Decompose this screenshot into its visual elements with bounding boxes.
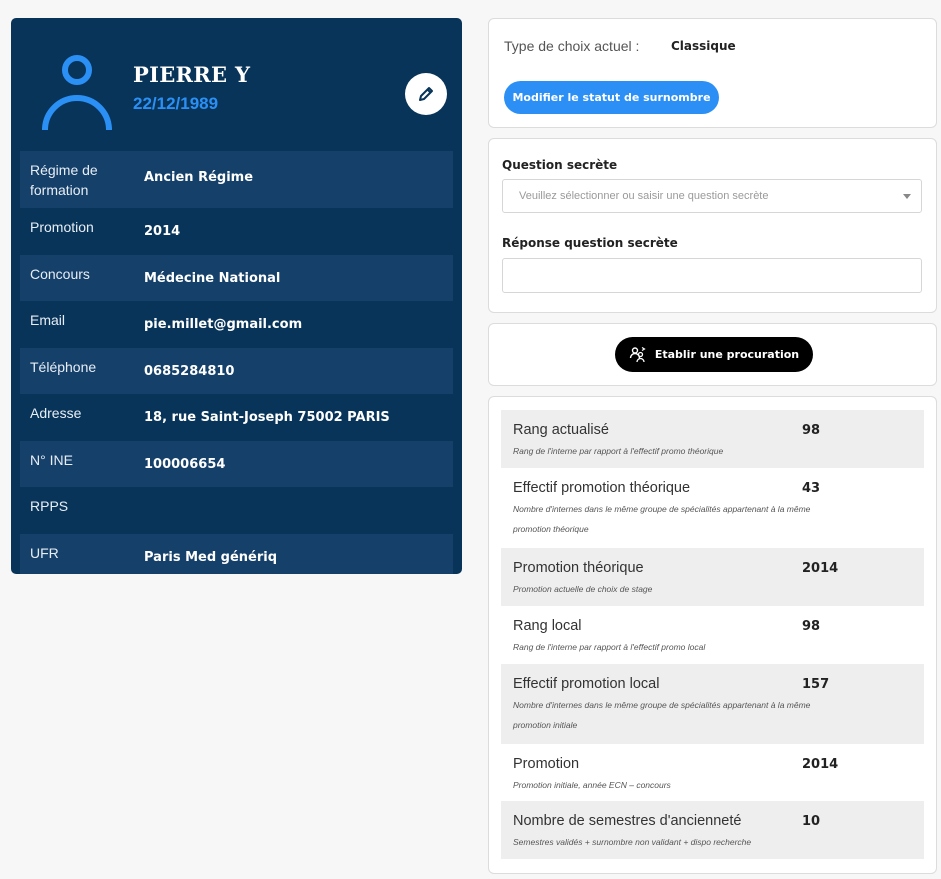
stat-title: Rang local	[513, 618, 582, 634]
stat-value: 157	[802, 677, 830, 692]
row-value: Médecine National	[144, 270, 281, 286]
stat-title: Effectif promotion théorique	[513, 480, 691, 496]
list-item: Promotion Promotion initiale, année ECN …	[501, 744, 924, 801]
stat-title: Promotion théorique	[513, 560, 644, 576]
choice-type-value: Classique	[671, 39, 736, 53]
stat-title: Effectif promotion local	[513, 676, 660, 692]
establish-proxy-button[interactable]: Etablir une procuration	[615, 337, 813, 372]
profile-row: Téléphone 0685284810	[20, 347, 453, 394]
row-value: Ancien Régime	[144, 170, 254, 185]
page: PIERRE Y 22/12/1989 Régime de formation …	[0, 0, 941, 879]
row-value: 100006654	[144, 456, 226, 472]
profile-dob: 22/12/1989	[133, 94, 219, 113]
proxy-button-label: Etablir une procuration	[654, 348, 800, 361]
choice-panel: Type de choix actuel : Classique Modifie…	[488, 18, 937, 128]
stat-title: Nombre de semestres d'ancienneté	[513, 813, 742, 829]
row-label: Promotion	[30, 219, 94, 235]
profile-row: Régime de formation Ancien Régime	[20, 151, 453, 208]
row-label: UFR	[30, 544, 59, 561]
row-label: RPPS	[30, 498, 69, 514]
choice-type-label: Type de choix actuel :	[504, 38, 640, 54]
profile-row: RPPS	[20, 487, 453, 534]
stat-value: 2014	[802, 757, 839, 772]
list-item: Effectif promotion local Nombre d'intern…	[501, 664, 924, 744]
stat-value: 98	[802, 619, 821, 634]
profile-details: Régime de formation Ancien Régime Promot…	[20, 151, 453, 574]
row-label: Email	[30, 312, 66, 328]
stat-value: 2014	[802, 561, 839, 576]
row-value: 2014	[144, 224, 181, 239]
row-value: pie.millet@gmail.com	[144, 317, 303, 332]
users-exchange-icon	[629, 346, 646, 363]
stat-value: 43	[802, 481, 821, 496]
chevron-down-icon	[903, 193, 911, 199]
stat-value: 98	[802, 423, 821, 438]
profile-row: UFR Paris Med génériq	[20, 533, 453, 574]
secret-question-select[interactable]: Veuillez sélectionner ou saisir une ques…	[502, 179, 922, 213]
stat-title: Promotion	[513, 756, 580, 772]
secret-question-title: Question secrète	[502, 158, 618, 172]
stat-description: Promotion initiale, année ECN – concours	[513, 780, 671, 790]
list-item: Rang local Rang de l'interne par rapport…	[501, 606, 924, 664]
stat-value: 10	[802, 814, 821, 829]
row-value: Paris Med génériq	[144, 549, 278, 565]
row-label: Adresse	[30, 405, 82, 421]
select-placeholder: Veuillez sélectionner ou saisir une ques…	[519, 190, 769, 202]
profile-row: Promotion 2014	[20, 208, 453, 255]
stat-description: Rang de l'interne par rapport à l'effect…	[513, 642, 706, 652]
profile-row: Email pie.millet@gmail.com	[20, 301, 453, 348]
proxy-panel: Etablir une procuration	[488, 323, 937, 386]
list-item: Rang actualisé Rang de l'interne par rap…	[501, 410, 924, 468]
pencil-icon	[419, 87, 433, 101]
profile-card: PIERRE Y 22/12/1989 Régime de formation …	[11, 18, 462, 574]
profile-row: Concours Médecine National	[20, 254, 453, 301]
row-value: 18, rue Saint-Joseph 75002 PARIS	[144, 410, 390, 425]
user-icon	[42, 55, 112, 131]
row-label: Concours	[30, 265, 90, 282]
stat-description: Nombre d'internes dans le même groupe de…	[513, 700, 811, 730]
list-item: Promotion théorique Promotion actuelle d…	[501, 548, 924, 606]
secret-answer-title: Réponse question secrète	[502, 236, 678, 250]
secret-question-panel: Question secrète Veuillez sélectionner o…	[488, 138, 937, 313]
row-value: 0685284810	[144, 363, 235, 379]
stat-description: Nombre d'internes dans le même groupe de…	[513, 504, 811, 534]
profile-name: PIERRE Y	[133, 62, 251, 87]
list-item: Nombre de semestres d'ancienneté Semestr…	[501, 801, 924, 859]
row-label: Régime de formation	[30, 162, 98, 198]
ranking-list: Rang actualisé Rang de l'interne par rap…	[501, 410, 924, 859]
stat-description: Semestres validés + surnombre non valida…	[513, 837, 752, 847]
edit-profile-button[interactable]	[405, 73, 447, 115]
ranking-panel: Rang actualisé Rang de l'interne par rap…	[488, 396, 937, 874]
stat-description: Promotion actuelle de choix de stage	[513, 584, 653, 594]
profile-row: N° INE 100006654	[20, 440, 453, 487]
stat-title: Rang actualisé	[513, 422, 609, 438]
modify-surnombre-button[interactable]: Modifier le statut de surnombre	[504, 81, 719, 114]
profile-row: Adresse 18, rue Saint-Joseph 75002 PARIS	[20, 394, 453, 441]
secret-answer-input[interactable]	[502, 258, 922, 293]
list-item: Effectif promotion théorique Nombre d'in…	[501, 468, 924, 548]
row-label: Téléphone	[30, 358, 97, 375]
stat-description: Rang de l'interne par rapport à l'effect…	[513, 446, 724, 456]
row-label: N° INE	[30, 451, 73, 468]
